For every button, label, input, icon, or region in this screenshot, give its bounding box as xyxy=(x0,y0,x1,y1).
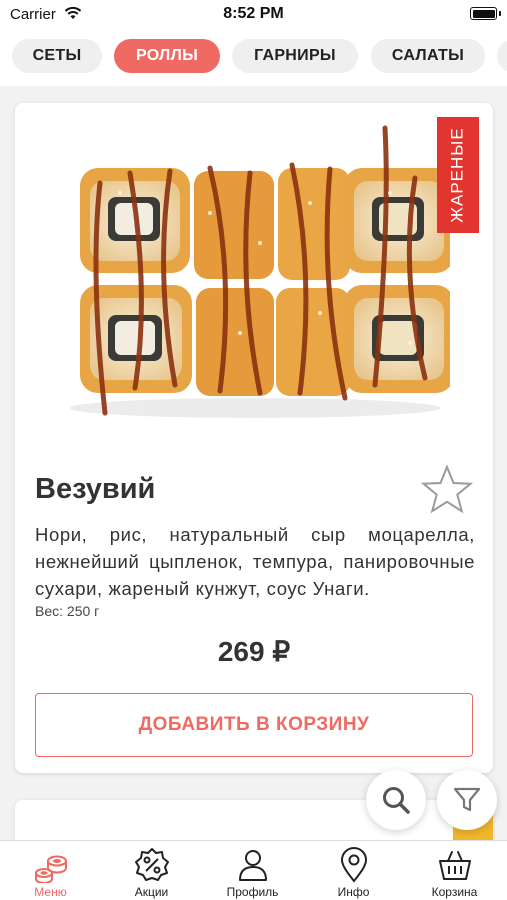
favorite-star-icon[interactable] xyxy=(420,464,474,516)
filter-icon xyxy=(453,787,481,812)
category-sets[interactable]: СЕТЫ xyxy=(12,39,102,73)
search-icon xyxy=(383,787,410,814)
category-more[interactable] xyxy=(497,39,507,73)
category-bar[interactable]: СЕТЫ РОЛЛЫ ГАРНИРЫ САЛАТЫ xyxy=(0,28,507,86)
product-price: 269 ₽ xyxy=(217,636,291,667)
location-pin-icon xyxy=(340,847,368,883)
category-garnishes[interactable]: ГАРНИРЫ xyxy=(232,39,358,73)
tab-info[interactable]: Инфо xyxy=(303,841,404,900)
category-badge: ЖАРЕНЫЕ xyxy=(437,117,479,233)
battery-icon xyxy=(470,7,497,20)
tab-bar: Меню Акции Профиль Инфо Корзина xyxy=(0,840,507,900)
add-to-cart-button[interactable]: ДОБАВИТЬ В КОРЗИНУ xyxy=(35,693,473,757)
tab-menu[interactable]: Меню xyxy=(0,841,101,900)
profile-icon xyxy=(239,850,267,881)
product-description: Нори, рис, натуральный сыр моцарелла, не… xyxy=(35,524,475,599)
status-bar: Carrier 8:52 PM xyxy=(0,0,507,28)
product-weight: Вес: 250 г xyxy=(35,603,100,619)
search-button[interactable] xyxy=(366,770,426,830)
basket-icon xyxy=(439,851,471,880)
tab-profile[interactable]: Профиль xyxy=(202,841,303,900)
product-card[interactable]: ЖАРЕНЫЕ Везувий Нори, рис, натуральный с… xyxy=(15,103,493,773)
status-time: 8:52 PM xyxy=(223,5,284,22)
filter-button[interactable] xyxy=(437,770,497,830)
product-title: Везувий xyxy=(35,473,156,505)
product-image xyxy=(70,125,450,418)
category-salads[interactable]: САЛАТЫ xyxy=(371,39,485,73)
tab-promotions[interactable]: Акции xyxy=(101,841,202,900)
sushi-icon xyxy=(35,855,67,883)
tab-cart[interactable]: Корзина xyxy=(404,841,505,900)
category-rolls[interactable]: РОЛЛЫ xyxy=(114,39,220,73)
discount-icon xyxy=(135,848,169,881)
